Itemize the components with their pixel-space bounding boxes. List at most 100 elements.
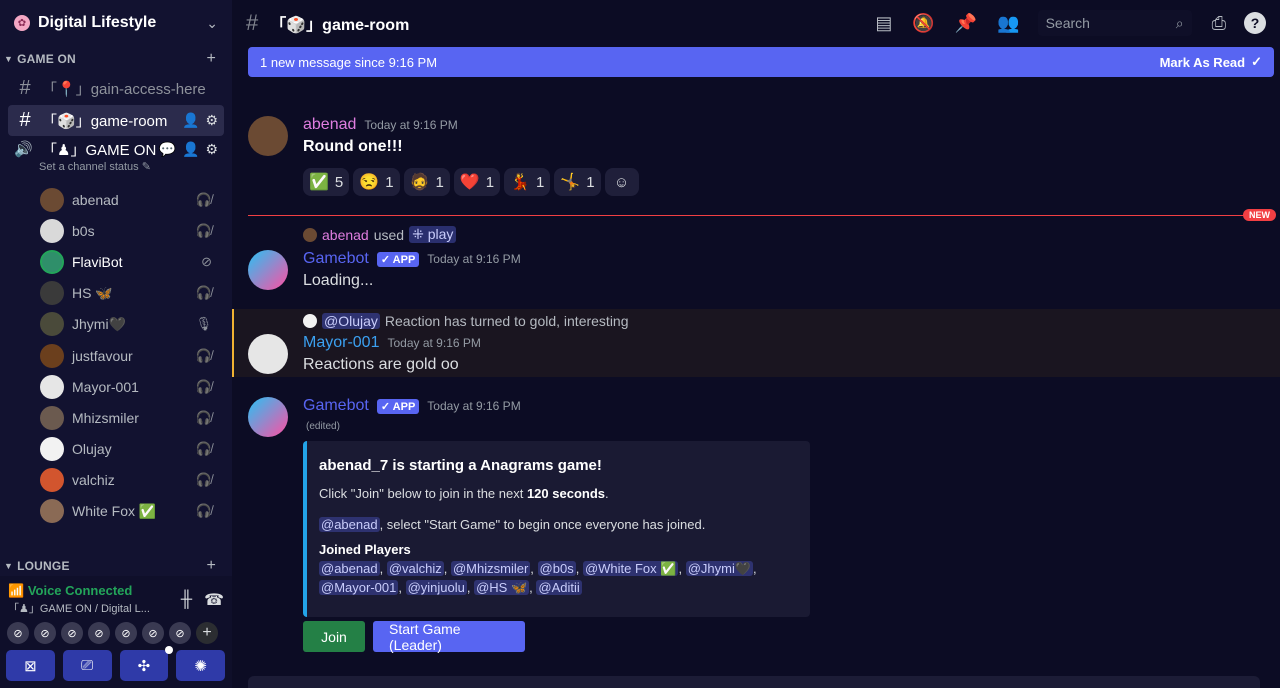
participant-avatar[interactable]: ⊘ [88, 622, 110, 644]
add-reaction-button[interactable]: ☺ [604, 168, 639, 196]
new-messages-bar[interactable]: 1 new message since 9:16 PM Mark As Read… [248, 47, 1274, 77]
voice-user[interactable]: HS 🦋 🎧̸ [0, 278, 232, 309]
participant-avatar[interactable]: ⊘ [34, 622, 56, 644]
voice-user[interactable]: abenad 🎧̸ [0, 184, 232, 215]
mark-as-read-button[interactable]: Mark As Read ✓ [1160, 54, 1262, 70]
avatar [40, 437, 64, 462]
avatar [40, 249, 64, 274]
reaction[interactable]: ❤️ 1 [453, 168, 501, 196]
embed-buttons: Join Start Game (Leader) [303, 621, 525, 653]
reaction[interactable]: ✅ 5 [303, 168, 350, 196]
category-game-on[interactable]: ▼ GAME ON + [0, 46, 232, 72]
channel-name: 「📍」gain-access-here [42, 81, 206, 98]
channel-name: 「🎲」game-room [42, 113, 168, 130]
participant-avatar[interactable]: ⊘ [169, 622, 191, 644]
message-composer[interactable] [248, 676, 1260, 688]
help-icon[interactable]: ? [1244, 12, 1266, 34]
voice-user[interactable]: White Fox ✅ 🎧̸ [0, 496, 232, 527]
command-reply-line[interactable]: abenad used ⁜ play [303, 226, 457, 243]
disconnect-icon[interactable]: ☎ [204, 590, 224, 610]
app-badge: ✓ APP [376, 252, 420, 267]
gear-icon[interactable]: ⚙ [205, 112, 218, 129]
participant-avatar[interactable]: ⊘ [61, 622, 83, 644]
deafened-icon: 🎧̸ [195, 472, 212, 488]
message-author[interactable]: Gamebot [303, 397, 369, 415]
start-game-button[interactable]: Start Game (Leader) [373, 621, 525, 653]
reaction[interactable]: 🧔 1 [403, 168, 450, 196]
message-content: Round one!!! [303, 138, 403, 155]
embed-join-text: Click "Join" below to join in the next 1… [319, 486, 609, 501]
gear-icon[interactable]: ⚙ [205, 141, 218, 158]
voice-connected-title[interactable]: 📶 Voice Connected [8, 583, 169, 599]
participant-avatar[interactable]: ⊘ [142, 622, 164, 644]
player-mention[interactable]: @Jhymi🖤 [685, 561, 754, 576]
invite-icon[interactable]: 👤 [182, 141, 199, 158]
chevron-down-icon[interactable]: ⌄ [206, 15, 218, 32]
reply-reference[interactable]: @Olujay Reaction has turned to gold, int… [303, 313, 629, 329]
player-mention[interactable]: @Aditii [536, 580, 582, 595]
search-input[interactable]: Search ⌕ [1037, 10, 1192, 36]
bot-avatar[interactable] [248, 250, 288, 290]
voice-user[interactable]: valchiz 🎧̸ [0, 465, 232, 496]
notification-dot [165, 646, 174, 654]
mention[interactable]: @abenad [319, 517, 380, 532]
server-name: Digital Lifestyle [38, 14, 157, 31]
new-messages-divider: NEW [248, 209, 1276, 221]
screen-share-button[interactable]: ⎚ [62, 650, 112, 681]
add-channel-icon[interactable]: + [206, 50, 216, 68]
player-mention[interactable]: @b0s [537, 561, 576, 576]
message-author[interactable]: Gamebot [303, 250, 369, 268]
participant-avatar[interactable]: ⊘ [7, 622, 29, 644]
avatar [303, 227, 317, 242]
voice-connected-channel[interactable]: 「♟」GAME ON / Digital L... [8, 600, 169, 616]
notification-muted-icon[interactable]: 🔕 [912, 13, 934, 34]
reaction[interactable]: 💃 1 [504, 168, 551, 196]
reaction[interactable]: 😒 1 [353, 168, 400, 196]
activities-button[interactable]: ✣ [119, 646, 174, 681]
soundboard-button[interactable]: ✺ [176, 650, 225, 681]
deafened-icon: 🎧̸ [195, 378, 212, 394]
player-mention[interactable]: @Mayor-001 [319, 580, 399, 595]
reaction[interactable]: 🤸 1 [554, 168, 601, 196]
voice-channel-game-on[interactable]: 🔊 「♟」GAME ON 💬 👤 ⚙ Set a channel status … [8, 138, 224, 176]
invite-icon[interactable]: 👤 [182, 112, 199, 129]
voice-user[interactable]: Olujay 🎧̸ [0, 434, 232, 465]
chat-bubble-icon[interactable]: 💬 [159, 141, 176, 158]
inbox-icon[interactable]: ⎙ [1212, 13, 1226, 34]
threads-icon[interactable]: ▤ [875, 13, 892, 34]
avatar[interactable] [248, 334, 288, 374]
server-header[interactable]: ✿ Digital Lifestyle ⌄ [0, 0, 232, 46]
voice-user[interactable]: Mhizsmiler 🎧̸ [0, 402, 232, 433]
soundboard-icon: ✺ [194, 657, 207, 675]
channel-game-room[interactable]: # 「🎲」game-room 👤 ⚙ [8, 105, 224, 136]
player-mention[interactable]: @HS 🦋 [474, 580, 530, 595]
slash-command[interactable]: ⁜ play [409, 226, 457, 243]
participant-avatar[interactable]: ⊘ [115, 622, 137, 644]
avatar[interactable] [248, 116, 288, 156]
player-mention[interactable]: @Mhizsmiler [450, 561, 531, 576]
add-channel-icon[interactable]: + [206, 557, 216, 575]
soundboard-wave-icon[interactable]: ╫ [181, 591, 192, 609]
player-mention[interactable]: @yinjuolu [405, 580, 467, 595]
mention[interactable]: @Olujay [322, 313, 380, 329]
voice-user[interactable]: Mayor-001 🎧̸ [0, 371, 232, 402]
voice-user[interactable]: b0s 🎧̸ [0, 215, 232, 246]
message-author[interactable]: Mayor-001 [303, 334, 379, 352]
avatar [40, 281, 64, 306]
player-mention[interactable]: @abenad [319, 561, 380, 576]
bot-avatar[interactable] [248, 397, 288, 437]
channel-status[interactable]: Set a channel status ✎ [14, 160, 218, 176]
camera-off-button[interactable]: ⊠ [6, 650, 55, 681]
member-list-icon[interactable]: 👥 [997, 13, 1019, 34]
voice-user[interactable]: FlaviBot ⊘ [0, 246, 232, 277]
message-author[interactable]: abenad [303, 116, 356, 134]
add-participant-icon[interactable]: + [196, 622, 218, 644]
channel-gain-access-here[interactable]: # 「📍」gain-access-here [8, 73, 224, 104]
pin-icon[interactable]: 📌 [955, 13, 977, 34]
voice-connected-panel: 📶 Voice Connected 「♟」GAME ON / Digital L… [0, 576, 232, 688]
voice-user[interactable]: justfavour 🎧̸ [0, 340, 232, 371]
player-mention[interactable]: @White Fox ✅ [582, 561, 679, 576]
player-mention[interactable]: @valchiz [386, 561, 444, 576]
voice-user[interactable]: Jhymi🖤 🎙 [0, 309, 232, 340]
join-button[interactable]: Join [303, 621, 365, 652]
